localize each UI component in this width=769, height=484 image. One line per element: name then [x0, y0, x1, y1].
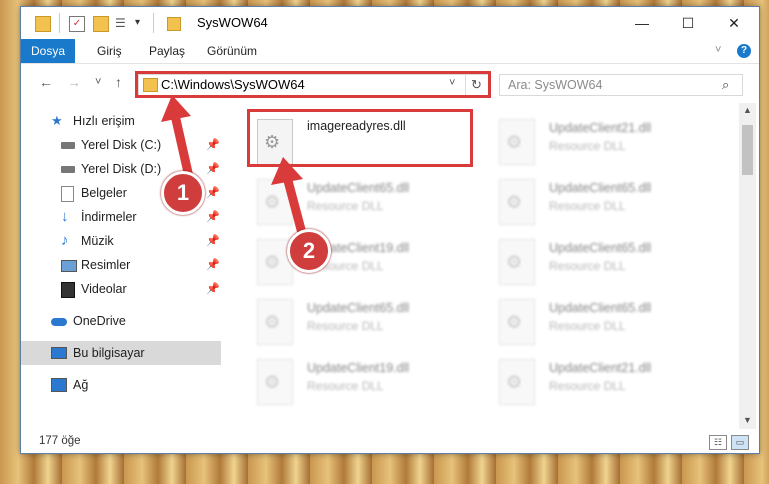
step-badge-2: 2: [287, 229, 331, 273]
explorer-window: ✓ ☰ ▾ SysWOW64 — ☐ ✕ Dosya Giriş Paylaş …: [20, 6, 760, 454]
annotation-arrows: [161, 95, 308, 242]
step-badge-1: 1: [161, 171, 205, 215]
